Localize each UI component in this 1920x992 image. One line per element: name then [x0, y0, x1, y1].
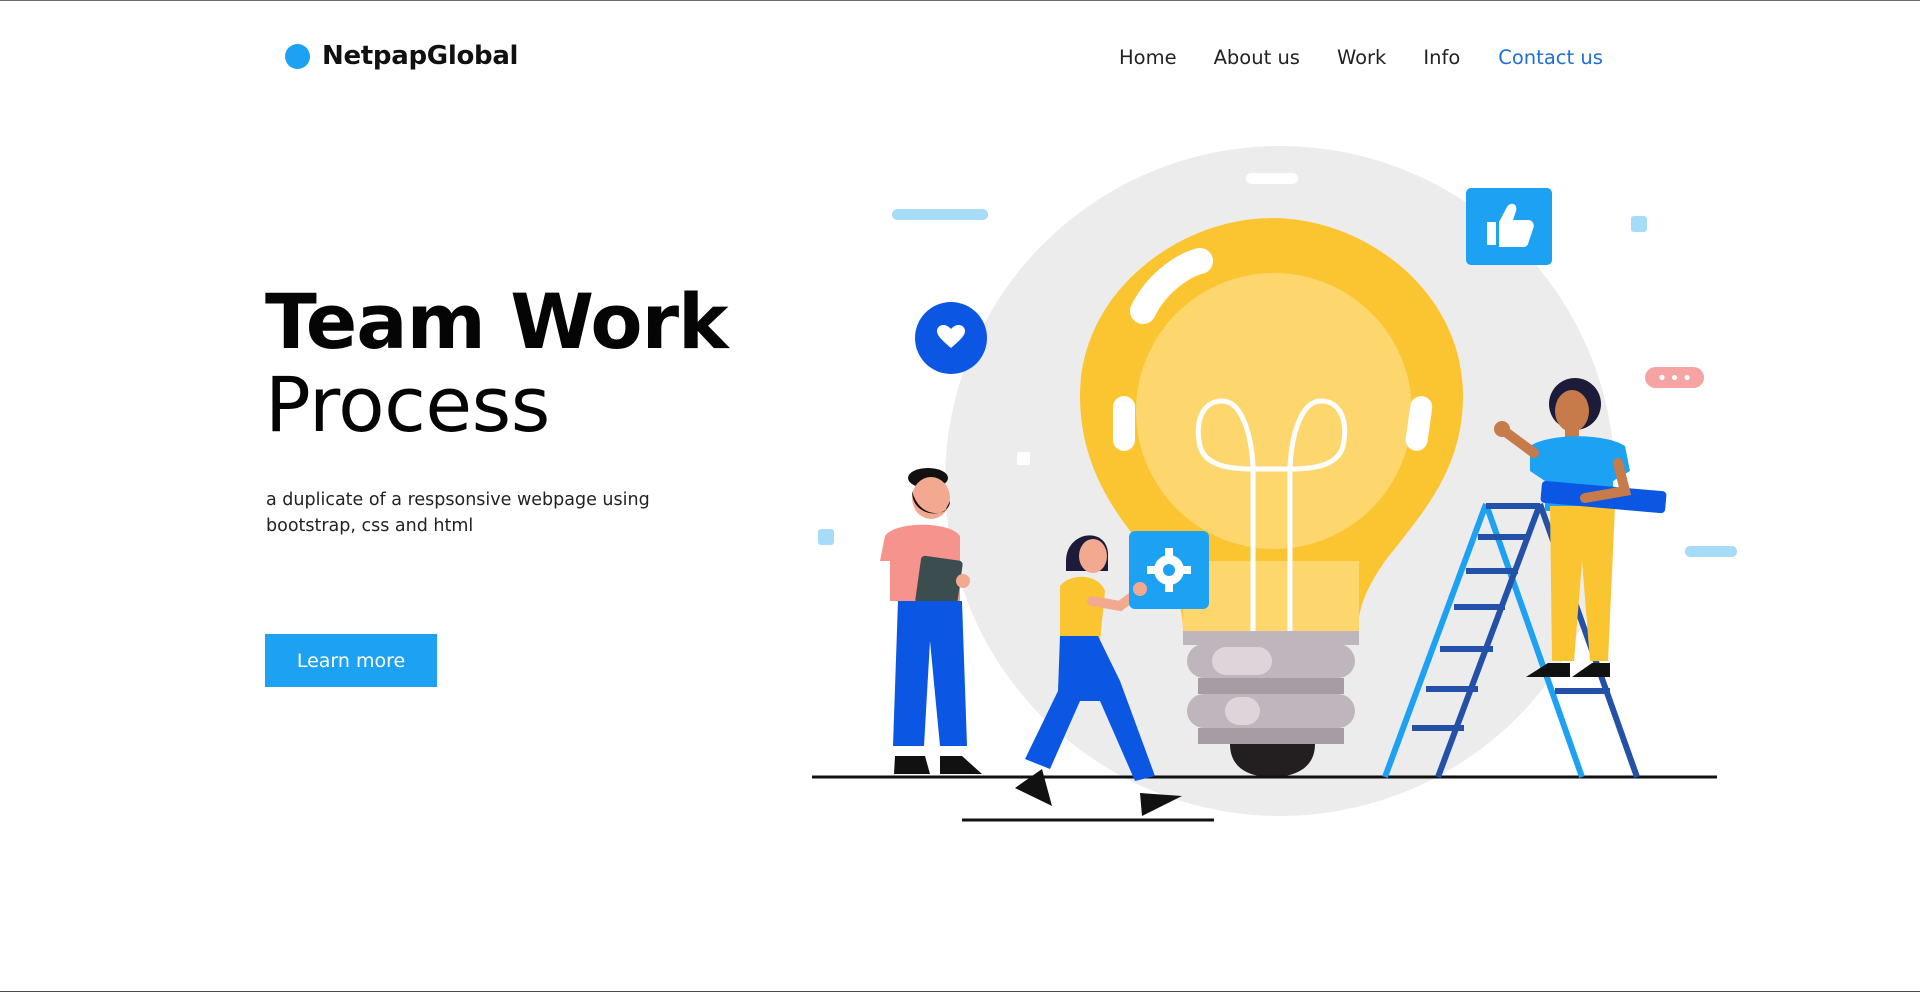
- brand-dot-icon: [285, 43, 310, 69]
- chat-bubble-icon: [1645, 367, 1704, 388]
- deco-square: [818, 529, 834, 545]
- hero-title: Team Work: [265, 277, 729, 366]
- heart-icon: [915, 302, 987, 374]
- nav-about-us[interactable]: About us: [1214, 46, 1300, 69]
- deco-square: [1017, 452, 1030, 465]
- deco-dash: [1685, 546, 1737, 557]
- deco-square: [1631, 216, 1647, 232]
- team-work-illustration: [812, 146, 1737, 822]
- hero-subtitle: Process: [265, 360, 550, 449]
- hero-description: a duplicate of a respsonsive webpage usi…: [266, 490, 650, 536]
- brand-name: NetpapGlobal: [322, 41, 519, 71]
- nav-contact-us[interactable]: Contact us: [1498, 46, 1603, 69]
- nav-home[interactable]: Home: [1119, 46, 1177, 69]
- brand-logo[interactable]: NetpapGlobal: [285, 41, 518, 71]
- deco-dash: [892, 209, 988, 220]
- nav-work[interactable]: Work: [1337, 46, 1386, 69]
- navbar: NetpapGlobal Home About us Work Info Con…: [0, 1, 1920, 117]
- landing-page: NetpapGlobal Home About us Work Info Con…: [0, 0, 1920, 992]
- deco-dash: [1246, 173, 1298, 184]
- nav-info[interactable]: Info: [1423, 46, 1460, 69]
- thumbs-up-icon: [1466, 188, 1552, 265]
- gear-icon: [1129, 531, 1209, 609]
- learn-more-button[interactable]: Learn more: [265, 634, 437, 687]
- main-nav: Home About us Work Info Contact us: [1119, 46, 1603, 69]
